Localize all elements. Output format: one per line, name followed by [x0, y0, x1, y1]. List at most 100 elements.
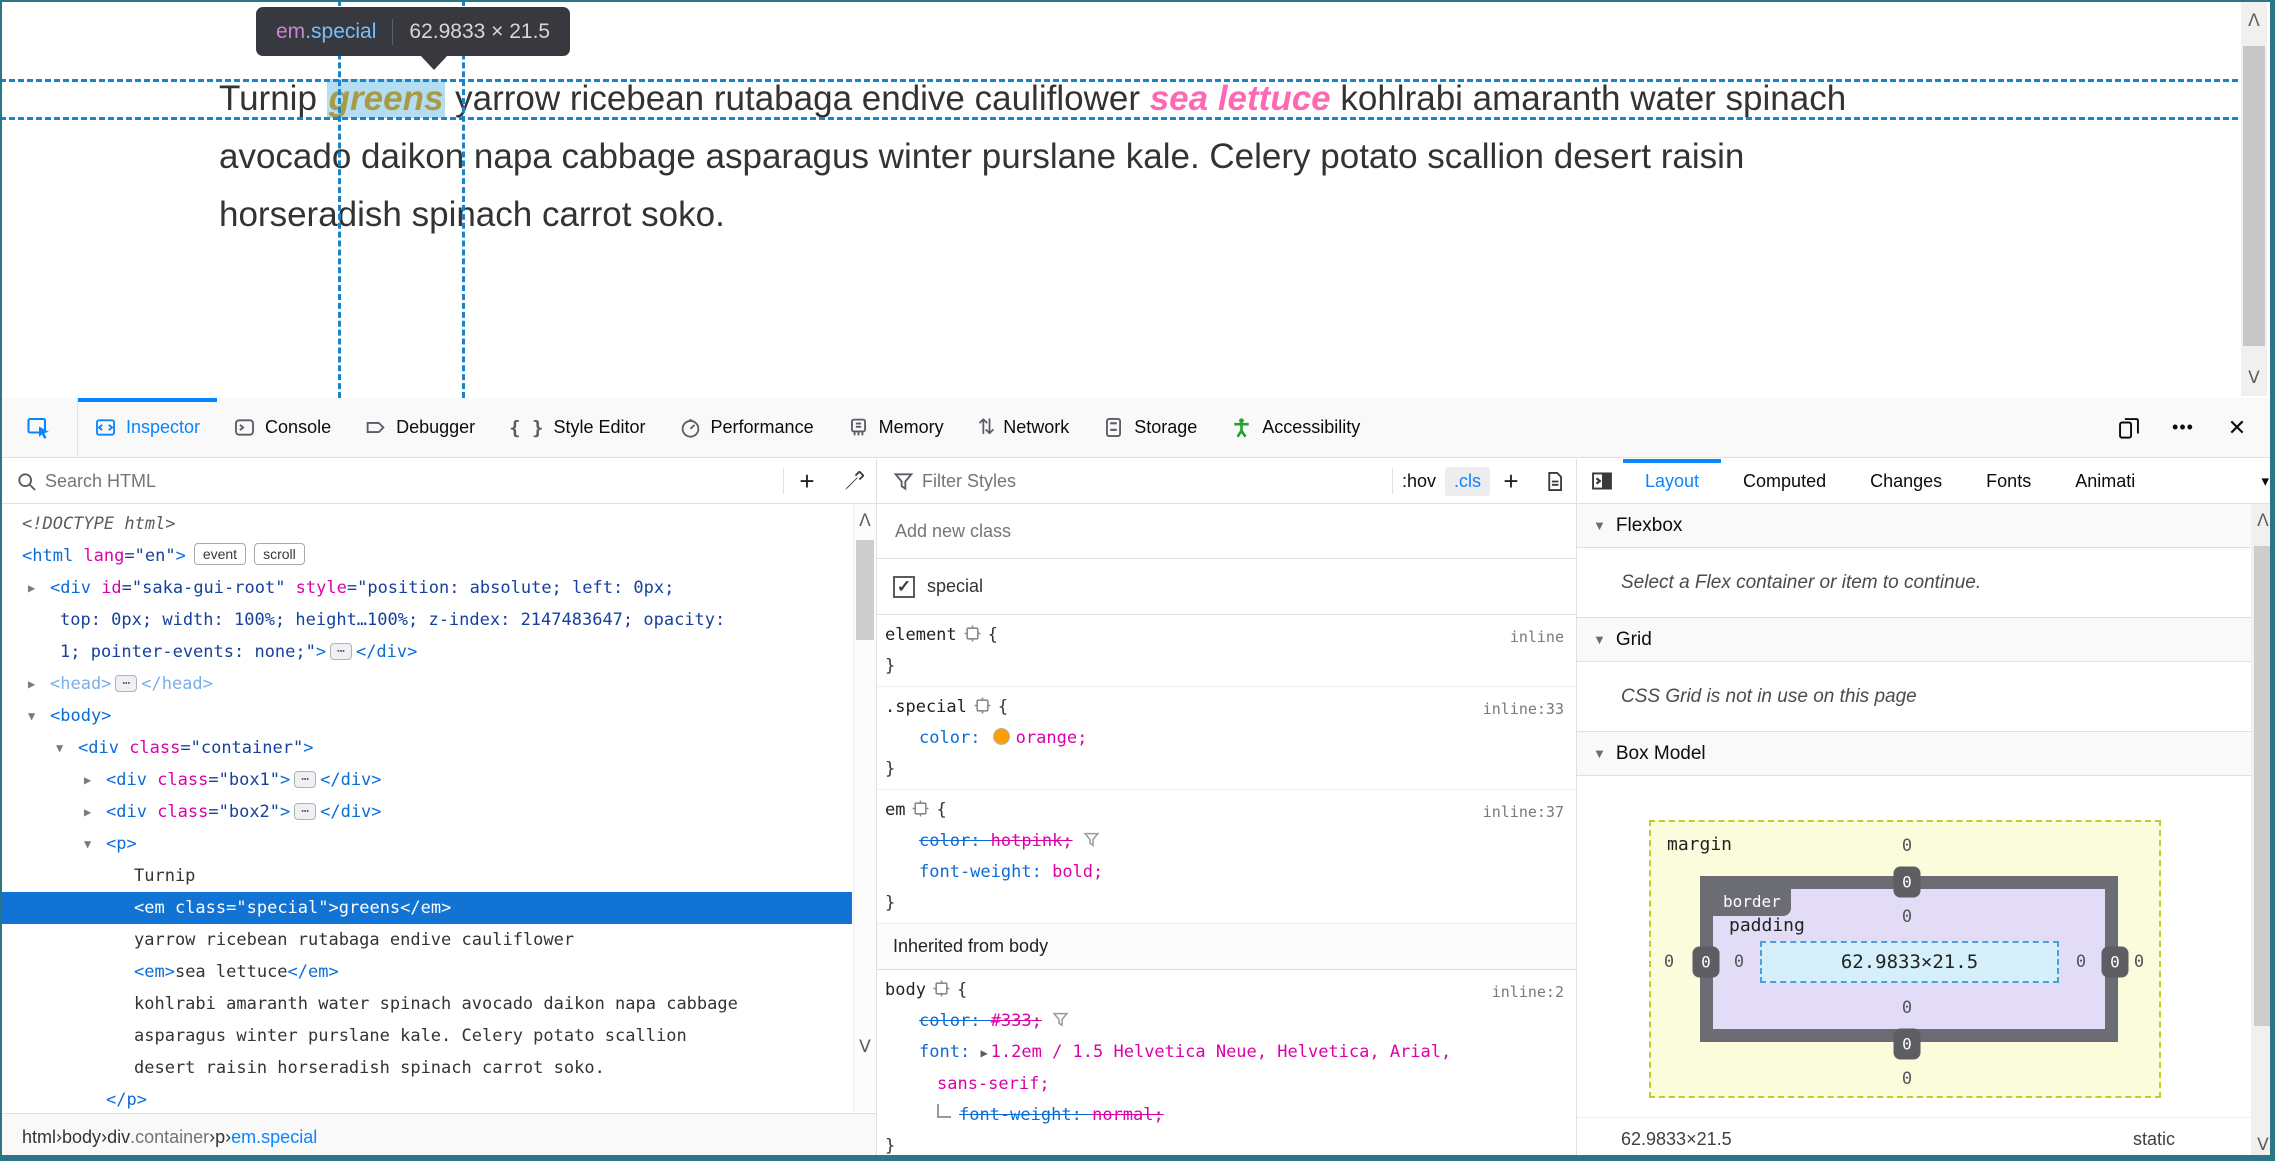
tree-row[interactable]: ▶ <div id="saka-gui-root" style="position… — [0, 572, 852, 604]
filter-styles-input[interactable] — [914, 459, 1392, 503]
layout-section-box-model[interactable]: ▼ Box Model — [1577, 732, 2251, 776]
sidebar-tab-fonts[interactable]: Fonts — [1964, 459, 2053, 503]
pseudo-class-button[interactable]: :hov — [1393, 467, 1445, 496]
devtools-tab-accessibility[interactable]: Accessibility — [1214, 398, 1377, 457]
page-scrollbar-thumb[interactable] — [2243, 46, 2265, 346]
border-bottom-value[interactable]: 0 — [1893, 1028, 1921, 1060]
scroll-down-icon[interactable]: ᐯ — [854, 1038, 876, 1055]
padding-right-value[interactable]: 0 — [2076, 952, 2086, 972]
margin-right-value[interactable]: 0 — [2134, 952, 2144, 972]
tree-row[interactable]: kohlrabi amaranth water spinach avocado … — [0, 988, 852, 1020]
event-badge[interactable]: event — [193, 543, 247, 565]
highlight-selector-icon[interactable] — [912, 800, 929, 817]
overridden-filter-icon[interactable] — [1052, 1011, 1069, 1028]
tree-row[interactable]: ▼ <body> — [0, 700, 852, 732]
add-class-input[interactable] — [877, 504, 1576, 558]
border-left-value[interactable]: 0 — [1692, 946, 1720, 978]
markup-scrollbar-thumb[interactable] — [856, 540, 874, 640]
devtools-tab-console[interactable]: Console — [217, 398, 348, 457]
eyedropper-button[interactable] — [830, 470, 876, 492]
page-scrollbar[interactable]: ᐱ ᐯ — [2241, 2, 2267, 396]
rule-source-link[interactable]: inline:33 — [1483, 694, 1564, 725]
overridden-filter-icon[interactable] — [1083, 831, 1100, 848]
pick-element-button[interactable] — [0, 398, 78, 457]
tree-row[interactable]: ▼ <div class="container"> — [0, 732, 852, 764]
tree-row[interactable]: asparagus winter purslane kale. Celery p… — [0, 1020, 852, 1052]
css-declaration-font[interactable]: font: ▶ 1.2em / 1.5 Helvetica Neue, Helve… — [885, 1037, 1576, 1069]
search-input[interactable] — [37, 459, 783, 503]
sidebar-tab-changes[interactable]: Changes — [1848, 459, 1964, 503]
padding-left-value[interactable]: 0 — [1734, 952, 1744, 972]
devtools-tab-inspector[interactable]: Inspector — [78, 398, 218, 457]
margin-top-value[interactable]: 0 — [1902, 836, 1912, 856]
expand-icon[interactable]: ▶ — [28, 668, 35, 700]
css-declaration-font-weight[interactable]: font-weight: bold; — [885, 857, 1576, 888]
css-declaration-color[interactable]: color: #333; — [885, 1006, 1576, 1037]
layout-section-grid[interactable]: ▼ Grid — [1577, 618, 2251, 662]
scroll-up-icon[interactable]: ᐱ — [854, 512, 876, 529]
expand-icon[interactable]: ▶ — [980, 1046, 987, 1060]
sidebar-tab-animati[interactable]: Animati — [2053, 459, 2157, 503]
css-declaration-color[interactable]: color: hotpink; — [885, 826, 1576, 857]
scroll-down-icon[interactable]: ᐯ — [2241, 369, 2267, 386]
collapse-icon[interactable]: ▼ — [1593, 632, 1606, 647]
breadcrumb-item-html[interactable]: html — [22, 1127, 56, 1148]
rule-selector[interactable]: em — [885, 800, 905, 820]
sidebar-tab-layout[interactable]: Layout — [1623, 459, 1722, 503]
scroll-up-icon[interactable]: ᐱ — [2241, 12, 2267, 29]
tree-row[interactable]: <!DOCTYPE html> — [0, 508, 852, 540]
highlight-selector-icon[interactable] — [974, 697, 991, 714]
pane-toggle-icon[interactable] — [1591, 470, 1613, 492]
tree-row[interactable]: ▶ <div class="box2"> ⋯ </div> — [0, 796, 852, 828]
color-swatch[interactable] — [992, 728, 1010, 745]
tree-row[interactable]: top: 0px; width: 100%; height…100%; z-in… — [0, 604, 852, 636]
margin-bottom-value[interactable]: 0 — [1902, 1069, 1912, 1089]
expand-icon[interactable]: ▶ — [28, 572, 35, 604]
css-declaration-font-weight[interactable]: font-weight: normal; — [885, 1100, 1576, 1131]
tree-row[interactable]: yarrow ricebean rutabaga endive cauliflo… — [0, 924, 852, 956]
margin-left-value[interactable]: 0 — [1664, 952, 1674, 972]
more-menu-icon[interactable]: ••• — [2159, 406, 2207, 450]
devtools-tab-memory[interactable]: Memory — [831, 398, 961, 457]
tree-row[interactable]: ▶ <div class="box1"> ⋯ </div> — [0, 764, 852, 796]
rule-selector[interactable]: element — [885, 625, 957, 645]
padding-top-value[interactable]: 0 — [1902, 907, 1912, 927]
padding-bottom-value[interactable]: 0 — [1902, 998, 1912, 1018]
tree-row[interactable]: <html lang="en"> event scroll — [0, 540, 852, 572]
devtools-tab-network[interactable]: ⇅ Network — [961, 398, 1087, 457]
rule-source-link[interactable]: inline — [1510, 622, 1564, 653]
class-toggle-button[interactable]: .cls — [1445, 466, 1490, 496]
css-declaration-color[interactable]: color: orange; — [885, 723, 1576, 754]
tree-row[interactable]: ▼ <p> — [0, 828, 852, 860]
tree-row[interactable]: ▶ <head> ⋯ </head> — [0, 668, 852, 700]
rule-selector[interactable]: .special — [885, 697, 967, 717]
content-box[interactable]: 62.9833×21.5 — [1760, 941, 2059, 983]
border-top-value[interactable]: 0 — [1893, 866, 1921, 898]
highlight-selector-icon[interactable] — [933, 980, 950, 997]
expand-icon[interactable]: ▶ — [84, 764, 91, 796]
all-tabs-menu-icon[interactable]: ▾ — [2261, 459, 2269, 503]
print-media-button[interactable] — [1532, 471, 1576, 492]
breadcrumb-item-body[interactable]: body — [62, 1127, 101, 1148]
breadcrumb-item-div.container[interactable]: div .container — [107, 1127, 209, 1148]
responsive-mode-icon[interactable] — [2105, 406, 2153, 450]
collapse-icon[interactable]: ▼ — [56, 732, 63, 764]
add-node-button[interactable]: + — [784, 466, 830, 497]
layout-section-flexbox[interactable]: ▼ Flexbox — [1577, 504, 2251, 548]
devtools-tab-debugger[interactable]: Debugger — [348, 398, 492, 457]
collapse-icon[interactable]: ▼ — [84, 828, 91, 860]
breadcrumb-item-p[interactable]: p — [215, 1127, 225, 1148]
close-icon[interactable]: ✕ — [2213, 406, 2261, 450]
tree-row[interactable]: desert raisin horseradish spinach carrot… — [0, 1052, 852, 1084]
tree-row[interactable]: </p> — [0, 1084, 852, 1116]
class-checkbox[interactable]: ✓ — [893, 575, 915, 598]
markup-scrollbar[interactable]: ᐱ ᐯ — [853, 504, 876, 1111]
sidebar-tab-computed[interactable]: Computed — [1721, 459, 1848, 503]
devtools-tab-performance[interactable]: Performance — [663, 398, 831, 457]
collapse-icon[interactable]: ▼ — [28, 700, 35, 732]
add-rule-button[interactable]: + — [1490, 466, 1532, 497]
rule-selector[interactable]: body — [885, 980, 926, 1000]
breadcrumb-item-em.special[interactable]: em .special — [231, 1127, 317, 1148]
collapse-icon[interactable]: ▼ — [1593, 746, 1606, 761]
devtools-tab-storage[interactable]: Storage — [1086, 398, 1214, 457]
